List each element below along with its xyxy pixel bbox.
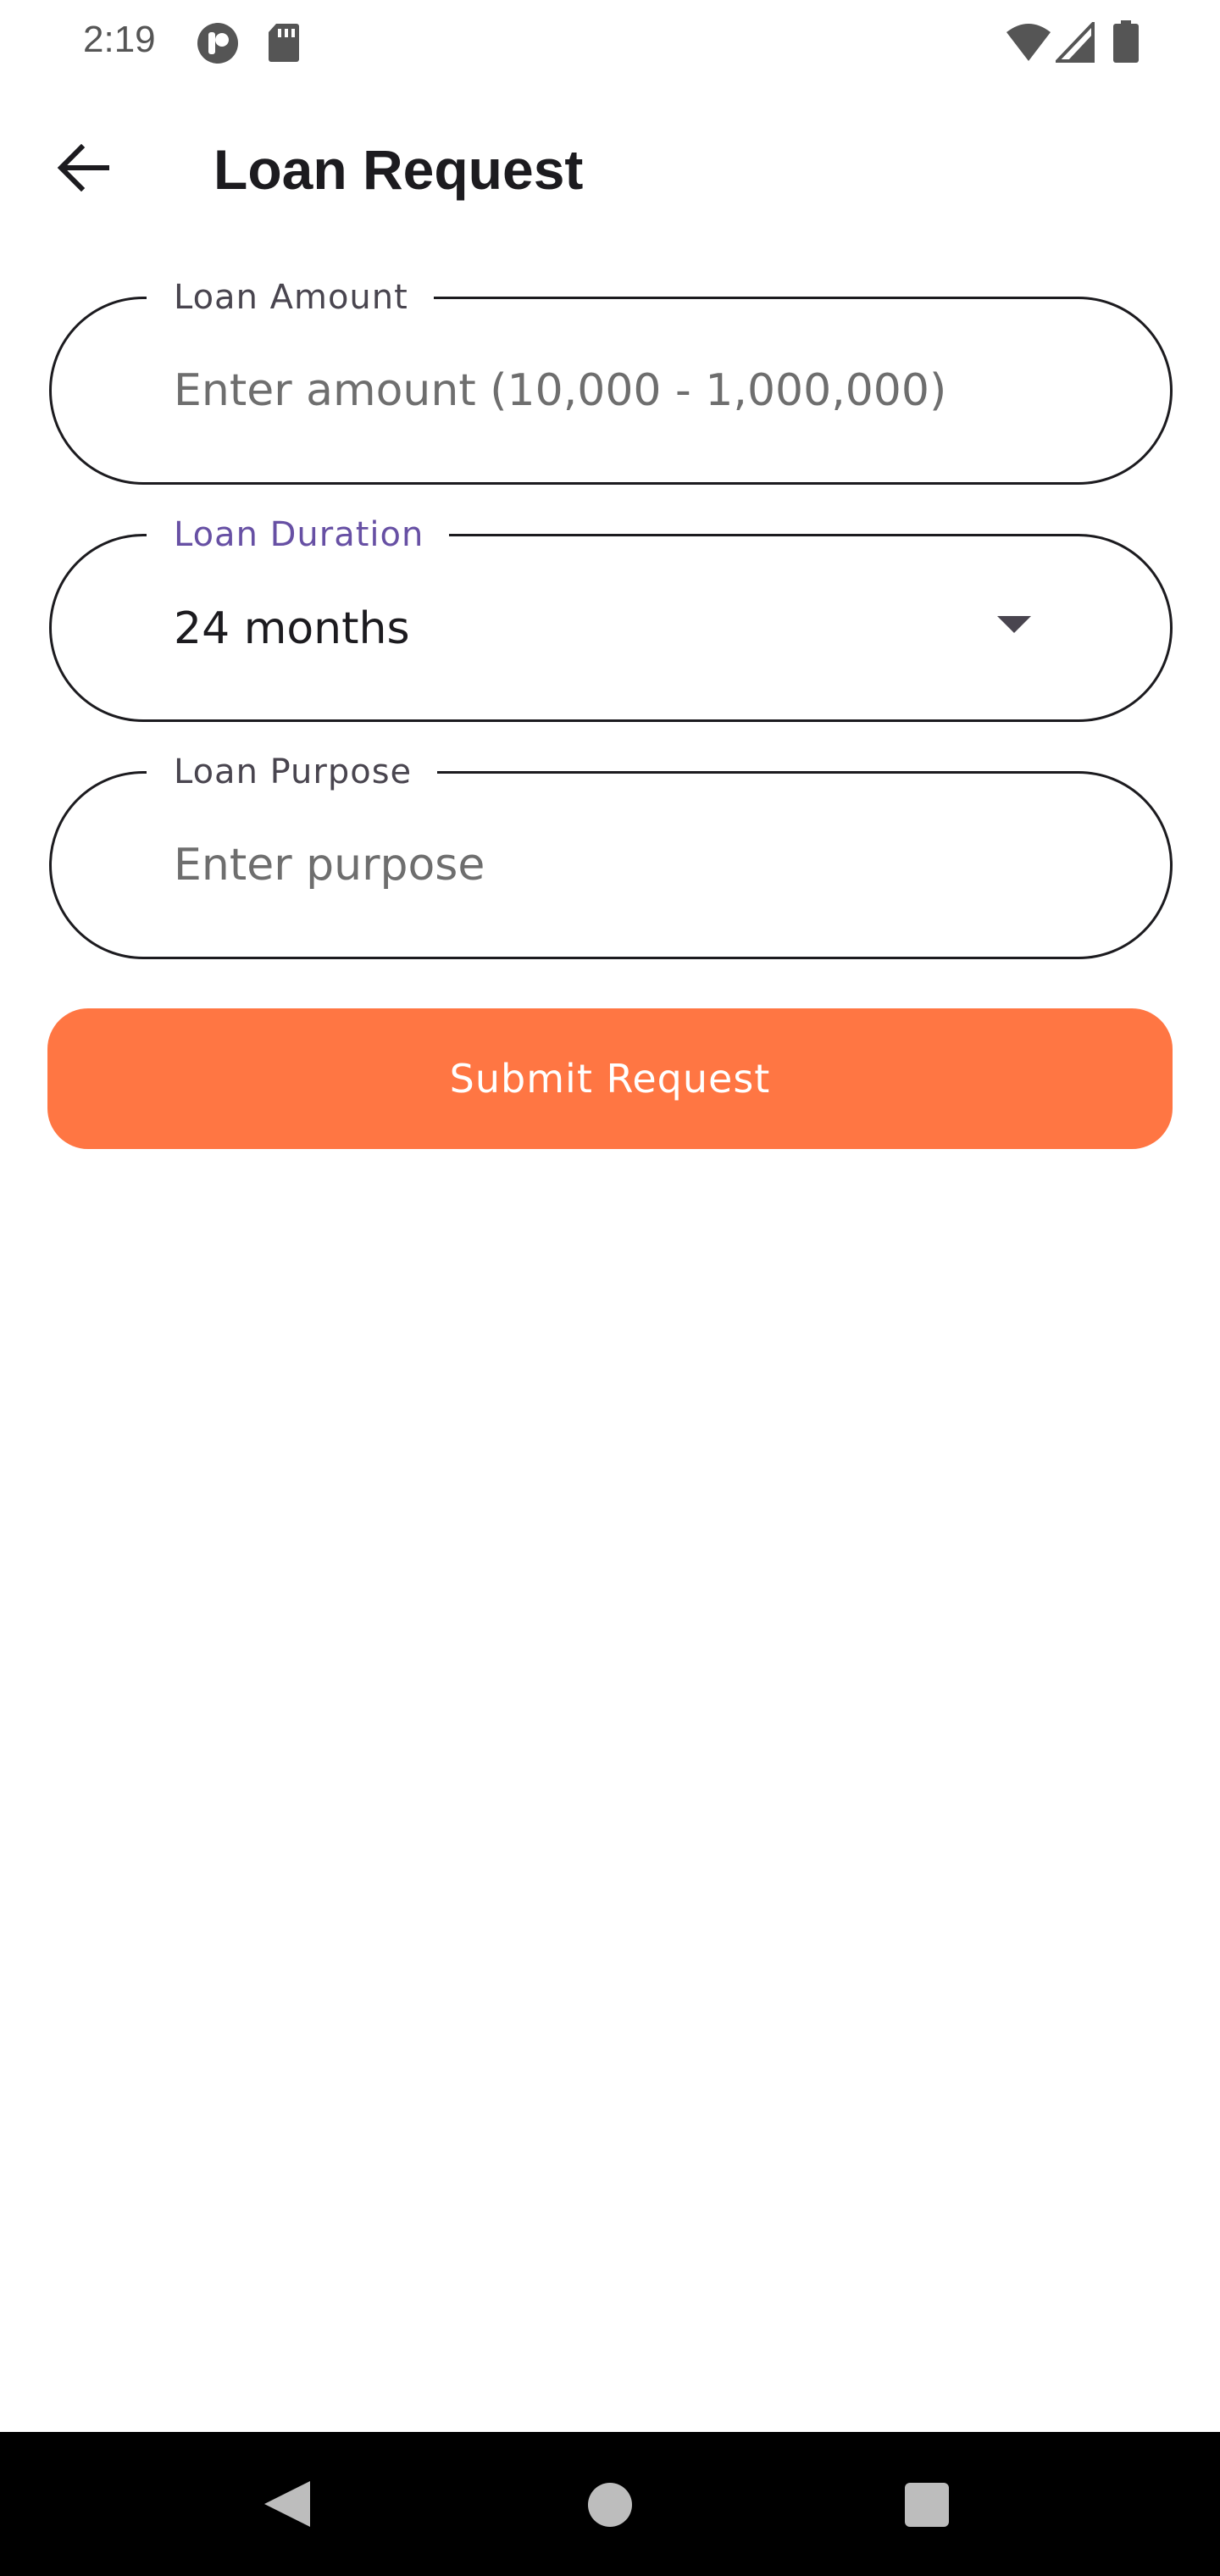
- submit-request-button[interactable]: Submit Request: [47, 1008, 1173, 1149]
- app-bar: Loan Request: [0, 93, 1220, 237]
- loan-amount-field[interactable]: Loan Amount: [49, 274, 1173, 485]
- loan-purpose-field[interactable]: Loan Purpose: [49, 748, 1173, 959]
- loan-amount-input[interactable]: [174, 299, 1072, 482]
- nav-home-icon[interactable]: [588, 2483, 632, 2527]
- page-title: Loan Request: [214, 138, 584, 201]
- system-navigation-bar: [0, 2432, 1220, 2576]
- battery-icon: [1113, 20, 1139, 63]
- loan-request-screen: 2:19 Loan Request Loan Amount Enter amou…: [0, 0, 1220, 2576]
- app-notification-icon: [197, 22, 239, 64]
- loan-duration-label: Loan Duration: [147, 511, 450, 558]
- wifi-icon: [1005, 22, 1052, 63]
- status-time: 2:19: [83, 19, 156, 60]
- status-bar: 2:19: [0, 0, 1220, 85]
- dropdown-arrow-icon[interactable]: [997, 616, 1031, 633]
- nav-back-icon[interactable]: [264, 2481, 310, 2527]
- cell-signal-icon: [1053, 19, 1095, 63]
- arrow-back-icon: [56, 143, 110, 195]
- sd-card-icon: [268, 22, 300, 63]
- nav-recents-icon[interactable]: [905, 2483, 949, 2527]
- loan-duration-dropdown[interactable]: Loan Duration 24 months: [49, 511, 1173, 722]
- loan-purpose-input[interactable]: [174, 774, 1072, 957]
- loan-duration-selected-value: 24 months: [174, 603, 410, 654]
- back-button[interactable]: [42, 129, 124, 210]
